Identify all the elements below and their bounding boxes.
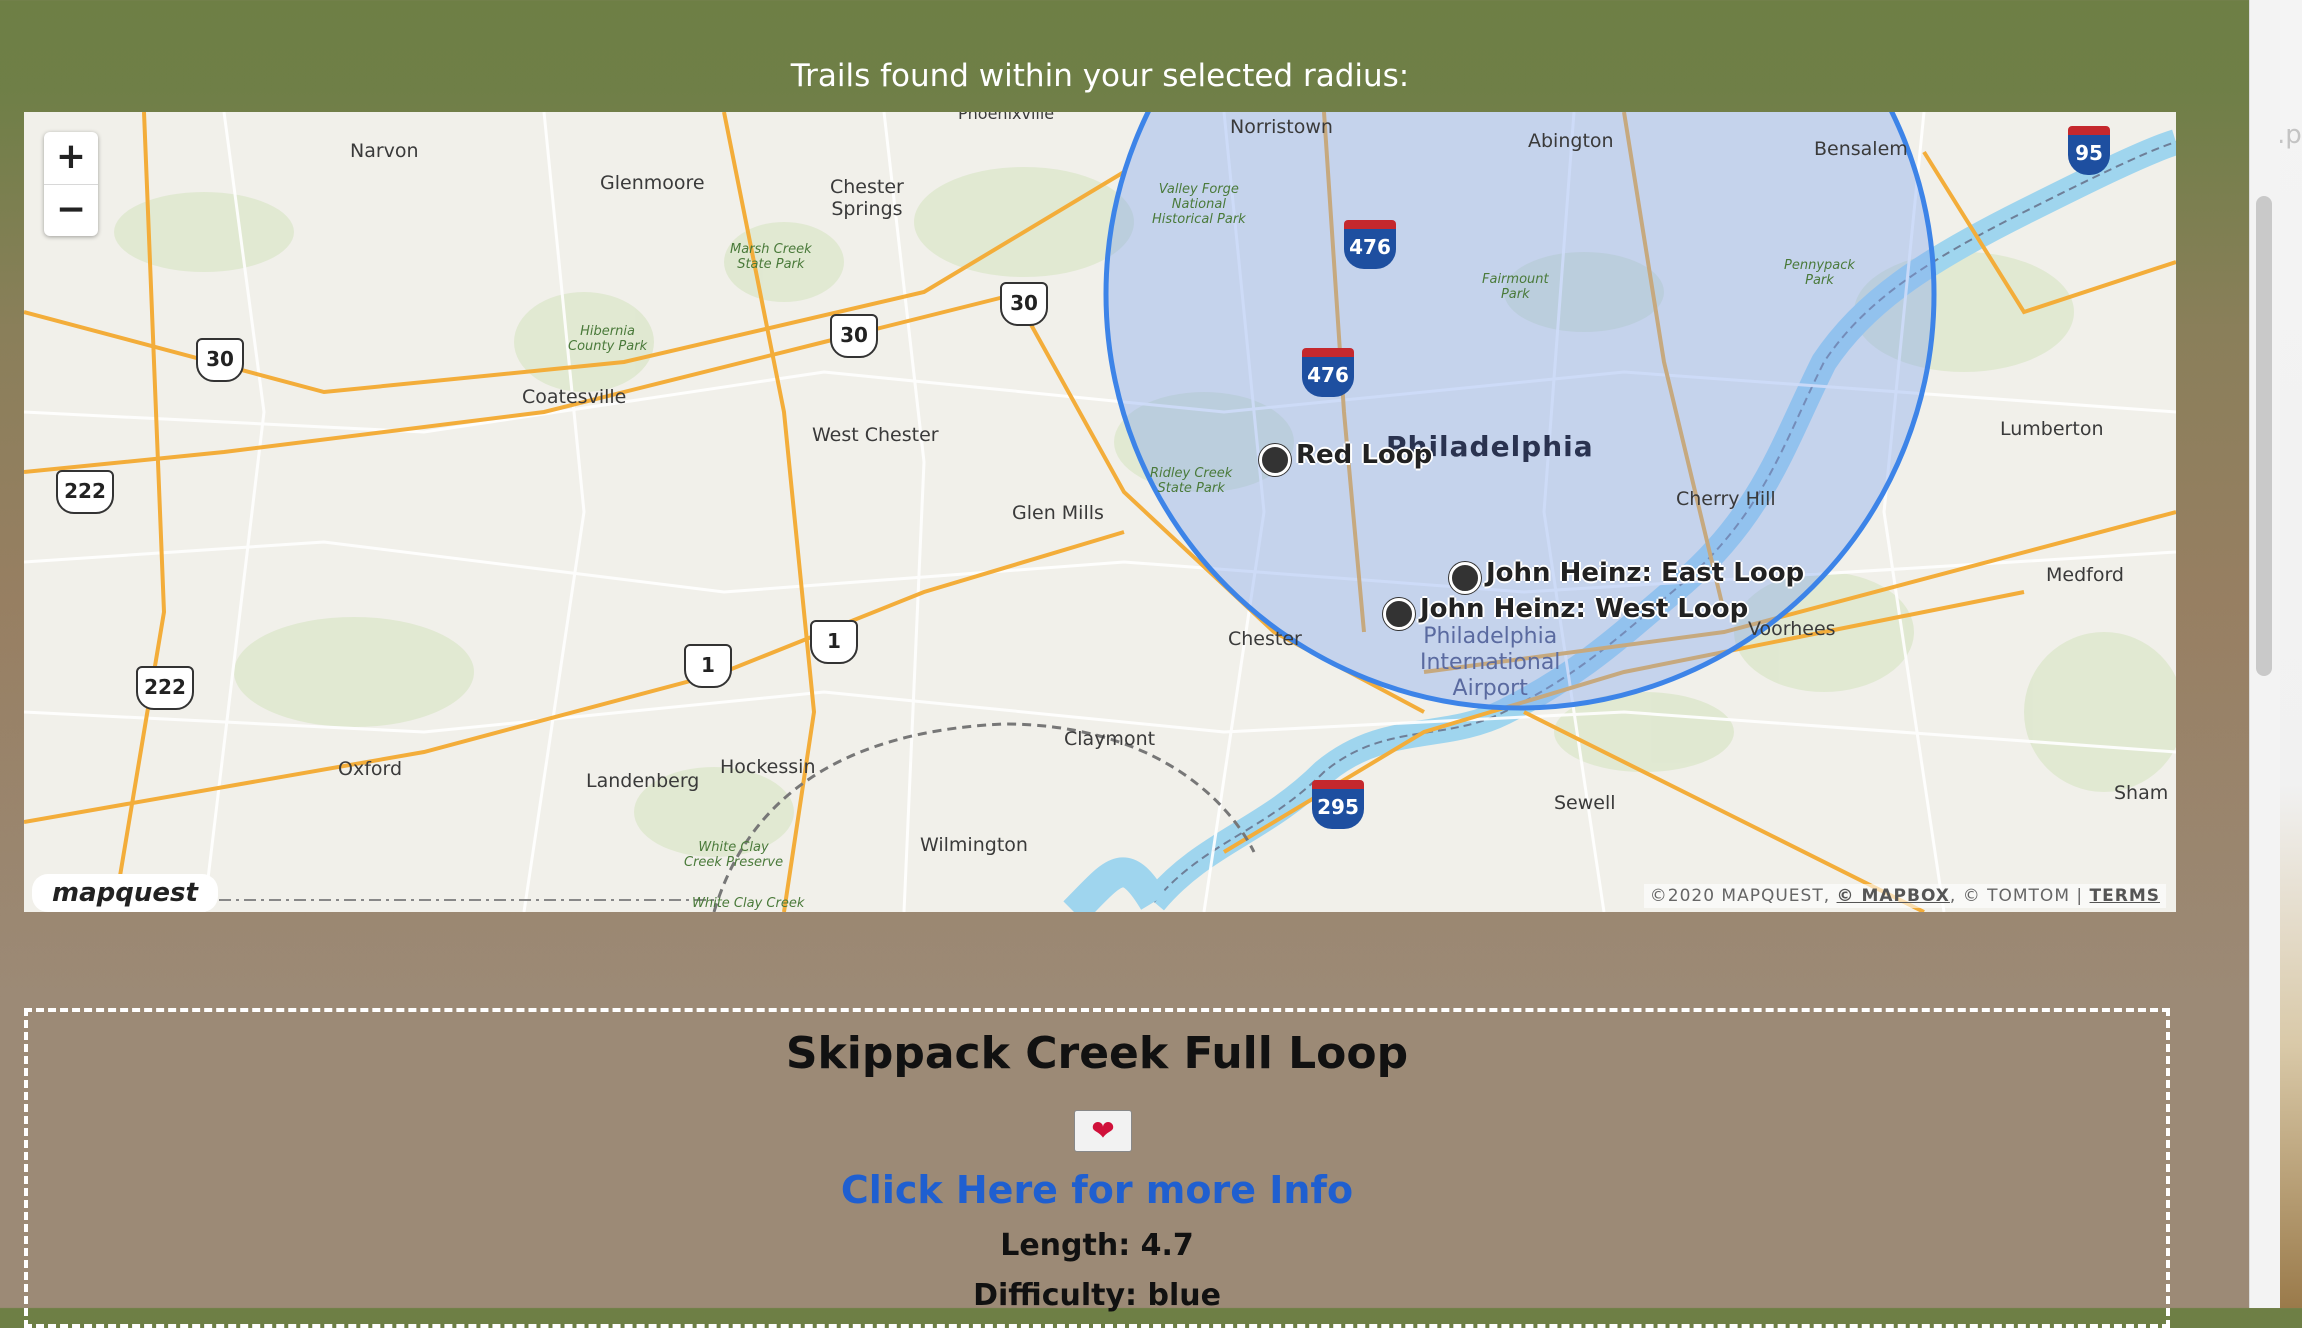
- place-label: Claymont: [1064, 728, 1156, 750]
- place-label: Medford: [2046, 564, 2124, 586]
- park-label: Valley Forge National Historical Park: [1152, 182, 1246, 227]
- park-label: Fairmount Park: [1482, 272, 1549, 302]
- place-label: Norristown: [1230, 116, 1333, 138]
- place-label: Landenberg: [586, 770, 700, 792]
- us-route-shield: 222: [136, 666, 194, 710]
- mapbox-link[interactable]: © MAPBOX: [1837, 886, 1950, 906]
- park-label: Marsh Creek State Park: [730, 242, 812, 272]
- place-label: Wilmington: [920, 834, 1028, 856]
- place-label: Narvon: [350, 140, 419, 162]
- interstate-shield: 295: [1312, 780, 1364, 829]
- attribution-tomtom: , © TOMTOM |: [1949, 886, 2090, 906]
- place-label: West Chester: [812, 424, 939, 446]
- map-attribution: ©2020 MAPQUEST, © MAPBOX, © TOMTOM | TER…: [1643, 884, 2166, 908]
- mapquest-logo[interactable]: mapquest: [32, 874, 218, 912]
- park-label: Hibernia County Park: [568, 324, 648, 354]
- results-heading: Trails found within your selected radius…: [790, 58, 1410, 94]
- place-label: Chester: [1228, 628, 1302, 650]
- attribution-copyright: ©2020 MAPQUEST,: [1649, 886, 1837, 906]
- trail-marker[interactable]: [1259, 444, 1291, 476]
- trail-marker[interactable]: [1383, 598, 1415, 630]
- park-label: White Clay Creek: [692, 896, 805, 911]
- us-route-shield: 1: [810, 620, 858, 664]
- zoom-out-button[interactable]: −: [44, 185, 98, 237]
- us-route-shield: 222: [56, 470, 114, 514]
- trail-name: Skippack Creek Full Loop: [785, 1028, 1409, 1079]
- trail-marker[interactable]: [1449, 562, 1481, 594]
- interstate-shield: 476: [1302, 348, 1354, 397]
- place-label: Voorhees: [1748, 618, 1836, 640]
- trail-length: Length: 4.7: [1000, 1228, 1194, 1263]
- place-label: Coatesville: [522, 386, 627, 408]
- place-label: Abington: [1528, 130, 1614, 152]
- terms-link[interactable]: TERMS: [2090, 886, 2160, 906]
- trail-marker-label[interactable]: Red Loop: [1296, 440, 1432, 470]
- place-label: Lumberton: [2000, 418, 2104, 440]
- heart-icon: ❤: [1091, 1114, 1115, 1147]
- adjacent-window-text: .p: [2277, 120, 2302, 150]
- us-route-shield: 30: [830, 314, 878, 358]
- trail-card: Skippack Creek Full Loop ❤ Click Here fo…: [24, 1008, 2170, 1328]
- place-label: Sham: [2114, 782, 2169, 804]
- park-label: White Clay Creek Preserve: [684, 840, 784, 870]
- place-label: Chester Springs: [830, 176, 904, 220]
- place-label: Hockessin: [720, 756, 816, 778]
- park-label: Ridley Creek State Park: [1150, 466, 1233, 496]
- us-route-shield: 30: [196, 338, 244, 382]
- interstate-shield: 95: [2068, 126, 2110, 175]
- scrollbar-thumb[interactable]: [2256, 196, 2272, 676]
- trail-map[interactable]: + − Narvon Glenmoore Chester Springs Coa…: [24, 112, 2176, 912]
- place-label: Glen Mills: [1012, 502, 1104, 524]
- place-label: Oxford: [338, 758, 403, 780]
- place-label: Glenmoore: [600, 172, 705, 194]
- us-route-shield: 1: [684, 644, 732, 688]
- zoom-control: + −: [44, 132, 98, 236]
- favorite-button[interactable]: ❤: [1074, 1110, 1132, 1152]
- place-label-airport: Philadelphia International Airport: [1420, 624, 1561, 701]
- trail-marker-label[interactable]: John Heinz: West Loop: [1420, 594, 1748, 624]
- place-label: Cherry Hill: [1676, 488, 1776, 510]
- us-route-shield: 30: [1000, 282, 1048, 326]
- zoom-in-button[interactable]: +: [44, 132, 98, 185]
- trail-marker-label[interactable]: John Heinz: East Loop: [1486, 558, 1804, 588]
- place-label: Sewell: [1554, 792, 1616, 814]
- place-label: Bensalem: [1814, 138, 1908, 160]
- interstate-shield: 476: [1344, 220, 1396, 269]
- more-info-link[interactable]: Click Here for more Info: [28, 1168, 2166, 1212]
- place-label: Phoenixville: [958, 112, 1055, 123]
- park-label: Pennypack Park: [1784, 258, 1855, 288]
